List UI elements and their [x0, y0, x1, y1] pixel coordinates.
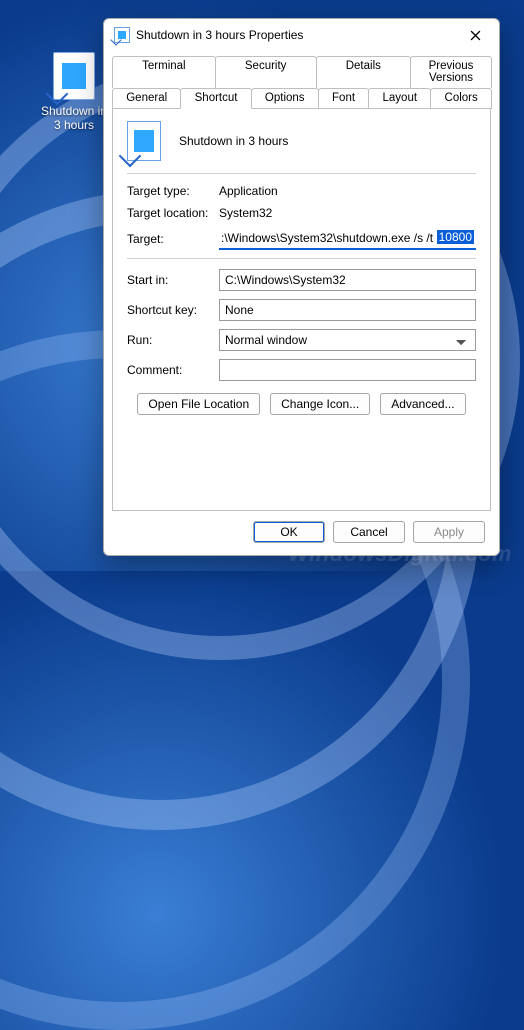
label-target: Target: [127, 232, 219, 246]
header-shortcut-icon [127, 121, 161, 161]
shortcut-key-field[interactable] [219, 299, 476, 321]
desktop-shortcut-label: Shutdown in 3 hours [36, 104, 112, 132]
properties-dialog: Shutdown in 3 hours Properties Terminal … [103, 18, 500, 556]
run-select[interactable]: Normal window [219, 329, 476, 351]
target-field-wrap: 10800 [219, 228, 476, 250]
open-file-location-button[interactable]: Open File Location [137, 393, 260, 415]
target-field[interactable] [219, 228, 476, 250]
tab-terminal[interactable]: Terminal [112, 56, 216, 88]
tab-options[interactable]: Options [251, 88, 319, 109]
tab-security[interactable]: Security [215, 56, 317, 88]
tab-details[interactable]: Details [316, 56, 411, 88]
label-target-type: Target type: [127, 184, 219, 198]
tab-strip: Terminal Security Details Previous Versi… [104, 49, 499, 109]
start-in-field[interactable] [219, 269, 476, 291]
label-comment: Comment: [127, 363, 219, 377]
label-target-location: Target location: [127, 206, 219, 220]
value-target-location: System32 [219, 206, 476, 220]
dialog-footer: OK Cancel Apply [104, 511, 499, 555]
tab-shortcut[interactable]: Shortcut [180, 88, 251, 109]
comment-field[interactable] [219, 359, 476, 381]
advanced-button[interactable]: Advanced... [380, 393, 465, 415]
tab-previous-versions[interactable]: Previous Versions [410, 56, 492, 88]
value-target-type: Application [219, 184, 476, 198]
tab-colors[interactable]: Colors [430, 88, 492, 109]
label-shortcut-key: Shortcut key: [127, 303, 219, 317]
divider [127, 258, 476, 259]
ok-button[interactable]: OK [253, 521, 325, 543]
shortcut-icon [53, 52, 95, 100]
apply-button[interactable]: Apply [413, 521, 485, 543]
tab-layout[interactable]: Layout [368, 88, 431, 109]
tab-panel-shortcut: Shutdown in 3 hours Target type: Applica… [112, 108, 491, 511]
desktop-shortcut[interactable]: Shutdown in 3 hours [36, 52, 112, 132]
change-icon-button[interactable]: Change Icon... [270, 393, 370, 415]
close-button[interactable] [461, 25, 489, 45]
label-start-in: Start in: [127, 273, 219, 287]
label-run: Run: [127, 333, 219, 347]
tab-general[interactable]: General [112, 88, 181, 109]
shortcut-name: Shutdown in 3 hours [179, 134, 288, 148]
cancel-button[interactable]: Cancel [333, 521, 405, 543]
divider [127, 173, 476, 174]
tab-font[interactable]: Font [318, 88, 369, 109]
titlebar[interactable]: Shutdown in 3 hours Properties [104, 19, 499, 49]
titlebar-icon [114, 27, 130, 43]
close-icon [470, 30, 481, 41]
dialog-title: Shutdown in 3 hours Properties [136, 28, 303, 42]
